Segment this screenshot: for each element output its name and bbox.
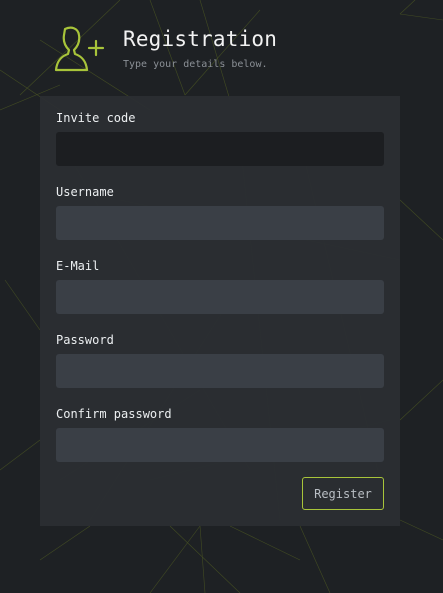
username-label: Username <box>56 185 114 199</box>
page-title: Registration <box>123 27 278 51</box>
register-button[interactable]: Register <box>302 477 384 510</box>
invite-code-label: Invite code <box>56 111 136 125</box>
password-label: Password <box>56 333 114 347</box>
confirm-password-label: Confirm password <box>56 407 172 421</box>
email-label: E-Mail <box>56 259 100 273</box>
add-user-icon <box>54 26 105 72</box>
registration-form: Invite code Username E-Mail Password Con… <box>40 96 400 526</box>
page-subtitle: Type your details below. <box>123 59 268 70</box>
email-input[interactable] <box>56 280 384 314</box>
username-input[interactable] <box>56 206 384 240</box>
confirm-password-input[interactable] <box>56 428 384 462</box>
password-input[interactable] <box>56 354 384 388</box>
invite-code-input[interactable] <box>56 132 384 166</box>
